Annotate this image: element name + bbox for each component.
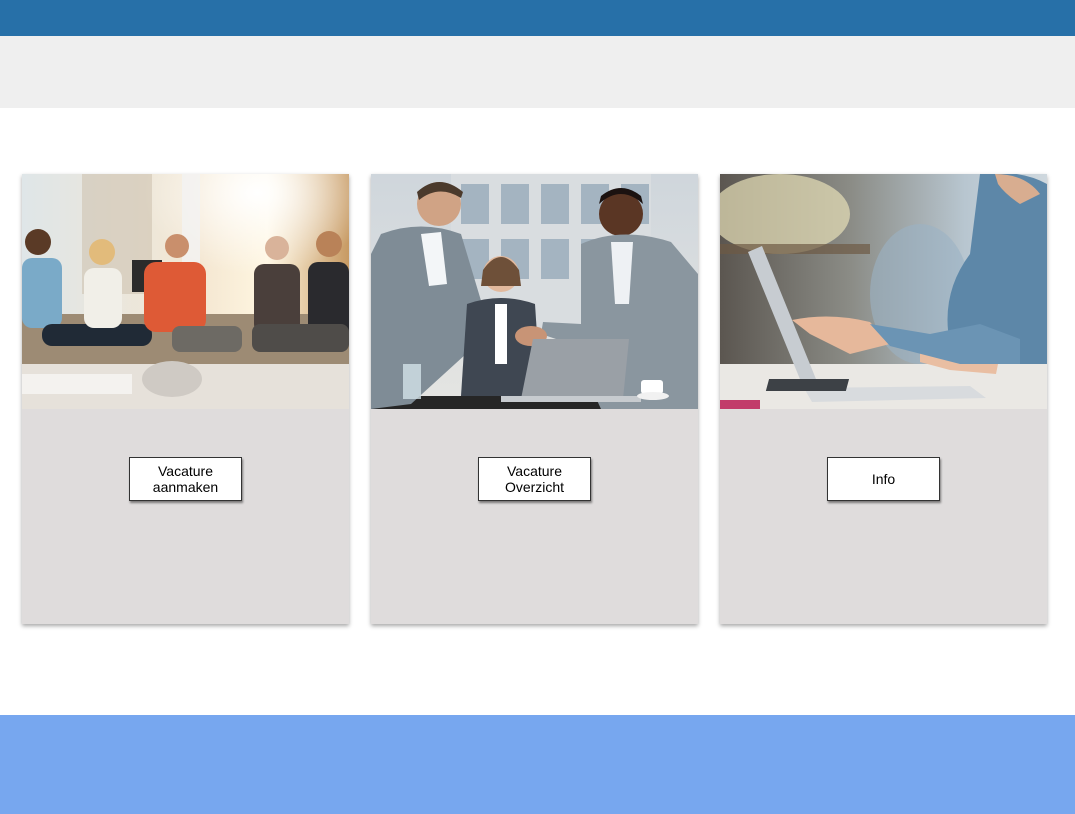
vacature-overzicht-button[interactable]: Vacature Overzicht xyxy=(478,457,591,501)
card-vacature-overzicht: Vacature Overzicht xyxy=(371,174,698,624)
card-vacature-aanmaken: Vacature aanmaken xyxy=(22,174,349,624)
business-handshake-photo xyxy=(371,174,698,409)
footer-bar xyxy=(0,715,1075,814)
info-button[interactable]: Info xyxy=(827,457,940,501)
top-header-bar xyxy=(0,0,1075,36)
laptop-work-photo xyxy=(720,174,1047,409)
team-meeting-photo xyxy=(22,174,349,409)
vacature-aanmaken-button[interactable]: Vacature aanmaken xyxy=(129,457,242,501)
card-info: Info xyxy=(720,174,1047,624)
sub-header-bar xyxy=(0,36,1075,108)
